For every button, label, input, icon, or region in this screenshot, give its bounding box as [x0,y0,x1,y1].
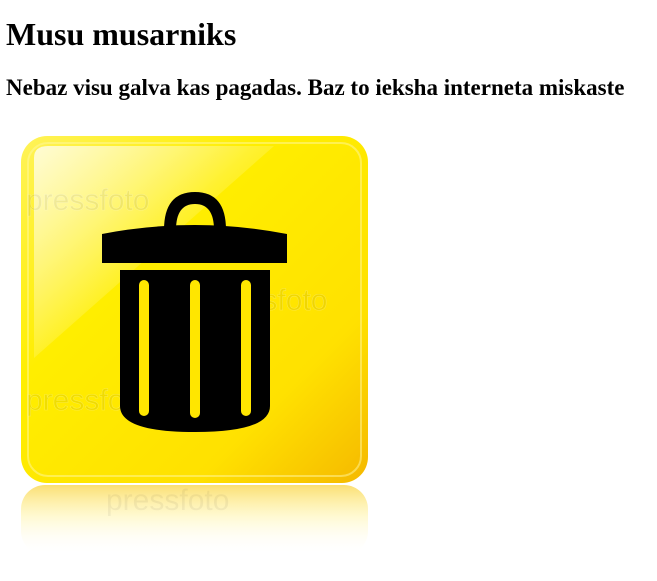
page-subtitle: Nebaz visu galva kas pagadas. Baz to iek… [6,75,625,100]
trash-button-image: pressfoto pressfoto pressfoto pressfoto [14,128,376,558]
page-title: Musu musarniks [6,16,237,52]
watermark-text: pressfoto [106,484,229,517]
watermark-text: pressfoto [26,184,149,217]
